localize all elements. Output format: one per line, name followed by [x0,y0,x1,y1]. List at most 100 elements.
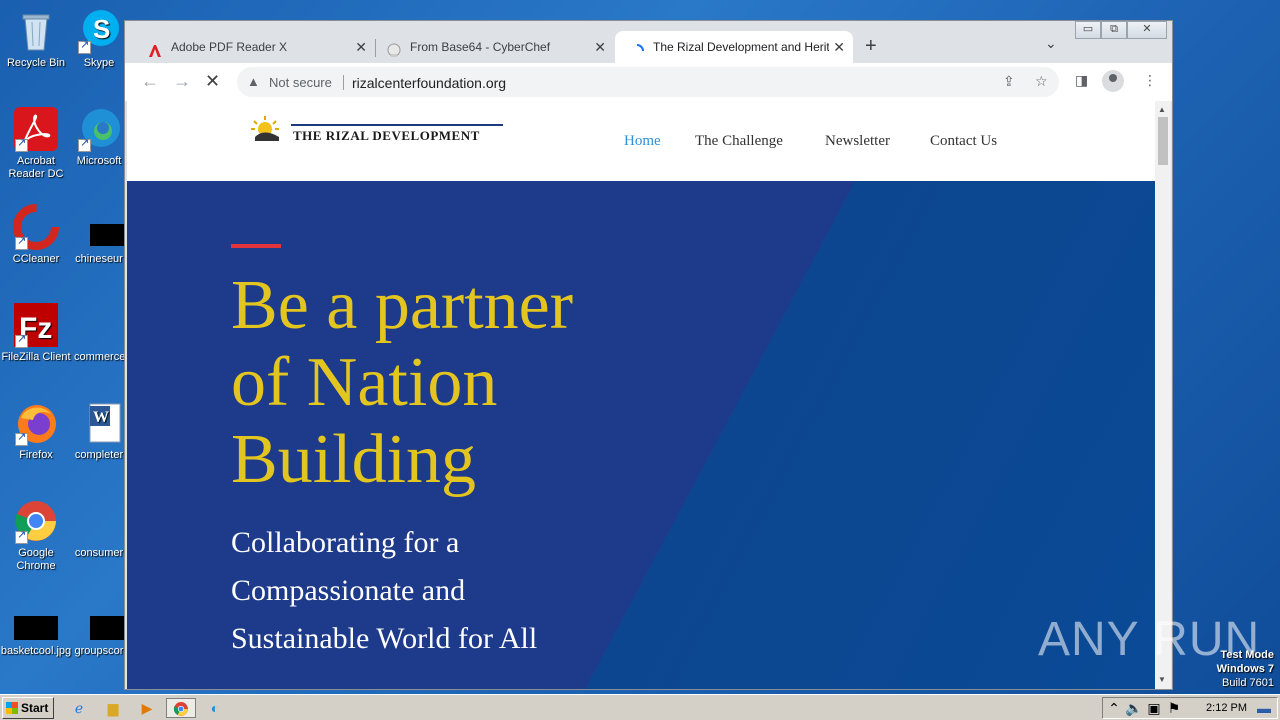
recycle-bin-icon [13,8,59,54]
page-scrollbar[interactable]: ▲ ▼ [1155,101,1171,689]
folder-icon[interactable]: ▆ [104,699,122,717]
tab-search-button[interactable]: ⌄ [1045,35,1057,52]
action-center-flag-icon[interactable]: ⚑ [1165,699,1183,717]
taskbar: Start ℯ ▆ ▶ ◐ ⌃ 🔈 ▣ ⚑ 2:12 PM ▬ [0,694,1280,720]
headline-line: Be a partner [231,267,574,344]
headline-line: of Nation [231,344,498,421]
desktop-icon-label: Microsoft [76,155,122,167]
hero-subheadline: Collaborating for a Compassionate and Su… [231,519,631,663]
nav-home[interactable]: Home [624,133,661,150]
side-panel-icon[interactable]: ◨ [1075,72,1088,89]
desktop-icon-recycle-bin[interactable]: Recycle Bin [0,8,72,70]
profile-avatar-icon[interactable] [1102,70,1124,92]
desktop-icon-groupscor[interactable]: groupscor [74,596,126,658]
windows-test-mode-notice: Test Mode Windows 7 Build 7601 [1217,648,1274,690]
maximize-button[interactable]: ⧉ [1101,21,1127,39]
browser-window: Adobe PDF Reader X ✕ From Base64 - Cyber… [124,20,1173,690]
show-desktop-icon[interactable]: ▬ [1255,699,1273,717]
tab-title: Adobe PDF Reader X [171,40,288,54]
desktop-icon-ccleaner[interactable]: CCleaner [0,204,72,266]
start-button[interactable]: Start [2,697,54,719]
nav-the-challenge[interactable]: The Challenge [695,133,783,150]
subheadline-line: Collaborating for a [231,526,460,559]
desktop-icon-label: completer [74,449,124,461]
forward-arrow-icon[interactable]: → [173,71,191,91]
omnibox-divider [343,75,344,90]
close-tab-icon[interactable]: ✕ [355,31,367,63]
tray-expand-icon[interactable]: ⌃ [1105,699,1123,717]
minimize-button[interactable]: ▭ [1075,21,1101,39]
desktop-icon-label: Recycle Bin [6,57,66,69]
bookmark-star-icon[interactable]: ☆ [1035,73,1048,90]
stop-loading-icon[interactable]: ✕ [205,71,220,91]
menu-kebab-icon[interactable]: ⋮ [1143,72,1157,89]
scroll-down-icon[interactable]: ▼ [1158,675,1166,684]
desktop-icon-edge[interactable]: Microsoft [74,106,124,168]
scrollbar-thumb[interactable] [1158,117,1168,165]
ccleaner-icon [13,204,59,250]
shortcut-arrow-icon [15,431,28,446]
desktop-icon-label: consumer [74,547,124,559]
firefox-icon [13,400,59,446]
accent-bar [231,244,281,248]
file-icon [76,302,122,348]
back-arrow-icon[interactable]: ← [141,71,159,91]
desktop-icon-skype[interactable]: S Skype [74,8,124,70]
nav-newsletter[interactable]: Newsletter [825,133,890,150]
clock[interactable]: 2:12 PM [1206,702,1247,714]
close-tab-icon[interactable]: ✕ [833,31,845,63]
file-thumbnail-icon [76,204,126,250]
file-thumbnail-icon [76,596,126,642]
desktop-icon-filezilla[interactable]: Fz FileZilla Client [0,302,72,364]
media-player-icon[interactable]: ▶ [138,699,156,717]
desktop-icon-label: Google Chrome [16,547,56,572]
close-tab-icon[interactable]: ✕ [594,31,606,63]
svg-text:S: S [93,14,110,44]
edge-taskbar-icon[interactable]: ◐ [206,699,224,717]
headline-line: Building [231,421,477,498]
volume-icon[interactable]: 🔈 [1125,699,1143,717]
skype-icon: S [76,8,122,54]
desktop-icon-commerce[interactable]: commerce [74,302,124,364]
tab-cyberchef[interactable]: From Base64 - CyberChef ✕ [372,31,614,63]
browser-toolbar: ← → ✕ ▲ Not secure rizalcenterfoundation… [125,63,1172,101]
image-thumbnail-icon [13,596,59,642]
desktop-icon-basketcool[interactable]: basketcool.jpg [0,596,72,658]
file-icon [76,498,122,544]
internet-explorer-icon[interactable]: ℯ [70,699,88,717]
sun-emblem-icon [251,116,279,141]
address-bar[interactable]: ▲ Not secure rizalcenterfoundation.org ⇪… [237,67,1059,97]
tab-adobe-pdf[interactable]: Adobe PDF Reader X ✕ [133,31,375,63]
chef-icon [386,39,402,57]
close-window-button[interactable]: ✕ [1127,21,1167,39]
url-text[interactable]: rizalcenterfoundation.org [352,75,506,91]
build-line: Build 7601 [1222,677,1274,689]
desktop-icon-label: commerce [74,351,124,363]
shortcut-arrow-icon [15,529,28,544]
nav-contact-us[interactable]: Contact Us [930,133,997,150]
word-document-icon: W [76,400,122,446]
desktop-icon-label: FileZilla Client [1,351,71,363]
new-tab-button[interactable]: + [865,35,877,57]
security-status-label[interactable]: Not secure [269,75,332,90]
desktop-icon-firefox[interactable]: Firefox [0,400,72,462]
tab-rizal[interactable]: The Rizal Development and Heritage ✕ [615,31,853,63]
pdf-icon [147,39,163,57]
desktop-icon-consumer[interactable]: consumer [74,498,124,560]
chrome-taskbar-icon[interactable] [166,698,196,718]
desktop-icon-chrome[interactable]: Google Chrome [0,498,72,573]
desktop-icon-label: Acrobat Reader DC [8,155,64,180]
scroll-up-icon[interactable]: ▲ [1158,105,1166,114]
site-logo[interactable]: THE RIZAL DEVELOPMENT AND [249,115,509,145]
shortcut-arrow-icon [15,333,28,348]
desktop-icon-acrobat[interactable]: Acrobat Reader DC [0,106,72,181]
desktop-icon-label: chineseur [75,253,123,265]
acrobat-icon [13,106,59,152]
desktop-icon-completer[interactable]: W completer [74,400,124,462]
desktop-icon-label: Firefox [19,449,53,461]
network-icon[interactable]: ▣ [1145,699,1163,717]
tab-strip: Adobe PDF Reader X ✕ From Base64 - Cyber… [125,21,1172,63]
desktop-icon-chineseur[interactable]: chineseur [74,204,126,266]
share-icon[interactable]: ⇪ [1003,73,1015,90]
shortcut-arrow-icon [15,235,28,250]
